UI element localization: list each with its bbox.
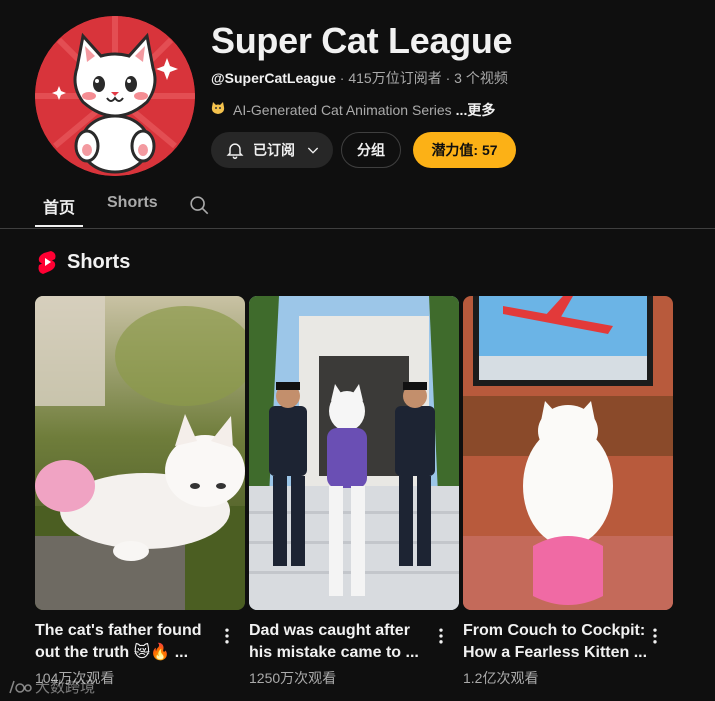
search-icon[interactable]: [188, 194, 210, 216]
kitten-on-grass-image: [35, 296, 245, 610]
channel-title: Super Cat League: [211, 20, 513, 61]
more-link[interactable]: ...更多: [456, 102, 496, 118]
description-text: AI-Generated Cat Animation Series: [233, 102, 452, 118]
short-title-line: How a Fearless Kitten ...: [463, 644, 647, 661]
shorts-section-title: Shorts: [67, 250, 131, 273]
short-title[interactable]: The cat's father found out the truth 😿🔥 …: [35, 620, 219, 664]
short-title-line: The cat's father found: [35, 622, 202, 639]
watermark-logo-icon: [8, 679, 32, 695]
subscribed-button[interactable]: 已订阅: [211, 132, 333, 168]
more-options-icon[interactable]: [217, 626, 237, 646]
shorts-logo-icon: [37, 250, 57, 274]
more-options-icon[interactable]: [645, 626, 665, 646]
short-views: 1.2亿次观看: [463, 670, 539, 686]
tab-shorts[interactable]: Shorts: [107, 194, 158, 212]
short-title-line: his mistake came to ...: [249, 644, 419, 661]
short-title-line: Dad was caught after: [249, 622, 410, 639]
tab-home[interactable]: 首页: [43, 194, 75, 218]
channel-description[interactable]: AI-Generated Cat Animation Series ...更多: [211, 100, 495, 120]
short-thumbnail[interactable]: [35, 296, 245, 610]
watermark: 大数跨境: [8, 676, 95, 697]
channel-stats: · 415万位订阅者 · 3 个视频: [335, 70, 508, 86]
cat-face-icon: [211, 102, 227, 118]
short-thumbnail[interactable]: [249, 296, 459, 610]
channel-tabs: 首页 Shorts: [0, 186, 715, 229]
potential-value-button[interactable]: 潜力值: 57: [413, 132, 516, 168]
bell-icon: [225, 140, 245, 160]
watermark-text: 大数跨境: [35, 679, 96, 696]
group-button[interactable]: 分组: [341, 132, 401, 168]
cat-mascot-icon: [35, 16, 195, 176]
short-thumbnail[interactable]: [463, 296, 673, 610]
short-title-line: out the truth 😿🔥 ...: [35, 644, 189, 661]
chevron-down-icon: [305, 142, 321, 158]
short-title[interactable]: From Couch to Cockpit: How a Fearless Ki…: [463, 620, 647, 664]
subscribed-label: 已订阅: [253, 142, 295, 158]
channel-avatar[interactable]: [35, 16, 195, 176]
channel-handle[interactable]: @SuperCatLeague: [211, 70, 336, 86]
short-title[interactable]: Dad was caught after his mistake came to…: [249, 620, 433, 664]
channel-meta: @SuperCatLeague · 415万位订阅者 · 3 个视频: [211, 68, 508, 88]
active-tab-indicator: [35, 225, 83, 227]
cat-arrested-image: [249, 296, 459, 610]
more-options-icon[interactable]: [431, 626, 451, 646]
short-views: 1250万次观看: [249, 670, 337, 686]
kitten-watching-tv-image: [463, 296, 673, 610]
shorts-section-header: Shorts: [37, 250, 130, 274]
short-title-line: From Couch to Cockpit:: [463, 622, 646, 639]
